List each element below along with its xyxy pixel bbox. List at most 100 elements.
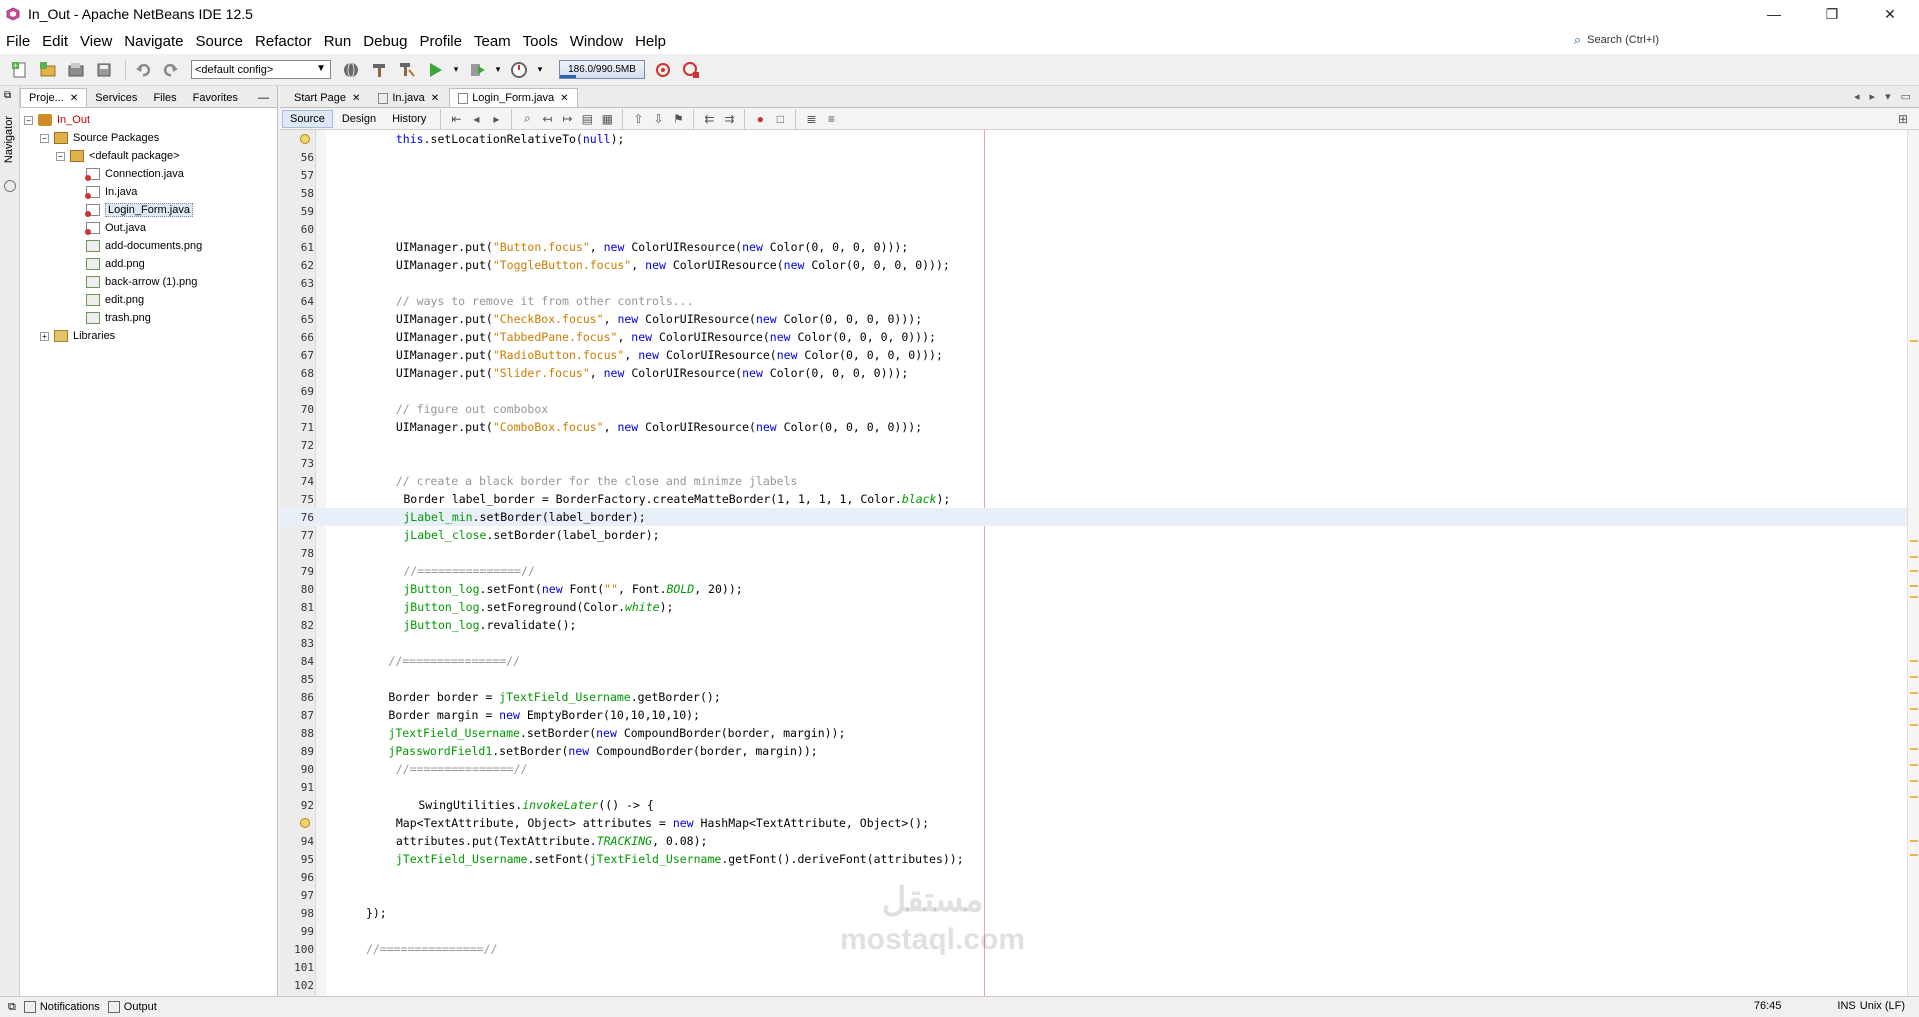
debug-dropdown-icon[interactable]: ▾ <box>493 59 503 81</box>
tab-files[interactable]: Files <box>145 89 184 107</box>
code-line[interactable]: 97 <box>280 886 1919 904</box>
tree-item[interactable]: − In_Out <box>20 111 277 129</box>
code-line[interactable]: 68 UIManager.put("Slider.focus", new Colo… <box>280 364 1919 382</box>
code-line[interactable]: 92 SwingUtilities.invokeLater(() -> { <box>280 796 1919 814</box>
profile-dropdown-icon[interactable]: ▾ <box>535 59 545 81</box>
gc-snapshot-icon[interactable] <box>651 59 675 81</box>
tab-services[interactable]: Services <box>87 89 145 107</box>
tree-item[interactable]: Out.java <box>20 219 277 237</box>
code-line[interactable]: 76 jLabel_min.setBorder(label_border); <box>280 508 1919 526</box>
new-file-icon[interactable]: + <box>8 59 32 81</box>
code-line[interactable]: 72 <box>280 436 1919 454</box>
last-edit-icon[interactable]: ⇤ <box>446 110 466 128</box>
source-view-button[interactable]: Source <box>282 109 333 128</box>
stripe-marker[interactable] <box>1910 596 1918 598</box>
code-line[interactable]: 98}); <box>280 904 1919 922</box>
profile-icon[interactable] <box>507 59 531 81</box>
insert-mode[interactable]: INS <box>1837 1000 1855 1012</box>
start-macro-icon[interactable]: ● <box>750 110 770 128</box>
code-line[interactable]: 102 <box>280 976 1919 994</box>
toggle-rect-selection-icon[interactable]: ▦ <box>597 110 617 128</box>
tree-item[interactable]: add.png <box>20 255 277 273</box>
code-editor[interactable]: this.setLocationRelativeTo(null); 56 57 58 5… <box>280 130 1919 996</box>
build-hammer-icon[interactable] <box>367 59 391 81</box>
code-line[interactable]: 64 // ways to remove it from other contro… <box>280 292 1919 310</box>
code-line[interactable]: 94 attributes.put(TextAttribute.TRACKING,… <box>280 832 1919 850</box>
clean-build-icon[interactable] <box>395 59 419 81</box>
code-line[interactable]: 87 Border margin = new EmptyBorder(10,10,… <box>280 706 1919 724</box>
warning-hint-icon[interactable] <box>300 818 310 828</box>
code-line[interactable]: Map<TextAttribute, Object> attributes = … <box>280 814 1919 832</box>
stripe-marker[interactable] <box>1910 676 1918 678</box>
uncomment-icon[interactable]: ≡ <box>821 110 841 128</box>
code-line[interactable]: 100 //===============// <box>280 940 1919 958</box>
menu-window[interactable]: Window <box>564 33 629 50</box>
code-line[interactable]: 66 UIManager.put("TabbedPane.focus", new … <box>280 328 1919 346</box>
code-line[interactable]: 63 <box>280 274 1919 292</box>
stripe-marker[interactable] <box>1910 570 1918 572</box>
code-line[interactable]: 96 <box>280 868 1919 886</box>
code-line[interactable]: 71 UIManager.put("ComboBox.focus", new Co… <box>280 418 1919 436</box>
code-line[interactable]: 70 // figure out combobox <box>280 400 1919 418</box>
redo-icon[interactable] <box>159 59 183 81</box>
code-line[interactable]: 65 UIManager.put("CheckBox.focus", new Co… <box>280 310 1919 328</box>
menu-source[interactable]: Source <box>189 33 249 50</box>
maximize-button[interactable]: ❐ <box>1803 0 1861 28</box>
tree-item[interactable]: + Libraries <box>20 327 277 345</box>
history-view-button[interactable]: History <box>385 111 433 127</box>
back-icon[interactable]: ◂ <box>466 110 486 128</box>
stripe-marker[interactable] <box>1910 340 1918 342</box>
code-line[interactable]: 73 <box>280 454 1919 472</box>
code-line[interactable]: 59 <box>280 202 1919 220</box>
code-line[interactable]: 80 jButton_log.setFont(new Font("", Font.… <box>280 580 1919 598</box>
stripe-marker[interactable] <box>1910 764 1918 766</box>
code-line[interactable]: 74 // create a black border for the close… <box>280 472 1919 490</box>
minimize-button[interactable]: — <box>1745 0 1803 28</box>
collapse-icon[interactable]: − <box>40 133 49 143</box>
menu-run[interactable]: Run <box>318 33 358 50</box>
code-line[interactable]: 67 UIManager.put("RadioButton.focus", new… <box>280 346 1919 364</box>
close-icon[interactable]: ✕ <box>352 93 360 104</box>
minimize-panel-icon[interactable]: ⧉ <box>4 90 11 101</box>
design-view-button[interactable]: Design <box>335 111 383 127</box>
code-line[interactable]: 60 <box>280 220 1919 238</box>
stripe-marker[interactable] <box>1910 854 1918 856</box>
toggle-bookmark-icon[interactable]: ⚑ <box>668 110 688 128</box>
menu-view[interactable]: View <box>74 33 118 50</box>
code-line[interactable]: 69 <box>280 382 1919 400</box>
code-line[interactable]: 86 Border border = jTextField_Username.ge… <box>280 688 1919 706</box>
code-line[interactable]: 77 jLabel_close.setBorder(label_border); <box>280 526 1919 544</box>
undo-icon[interactable] <box>131 59 155 81</box>
stripe-marker[interactable] <box>1910 796 1918 798</box>
code-line[interactable]: 90 //===============// <box>280 760 1919 778</box>
menu-navigate[interactable]: Navigate <box>118 33 189 50</box>
output-button[interactable]: Output <box>107 1001 157 1013</box>
error-stripe[interactable] <box>1907 130 1919 996</box>
expand-icon[interactable]: + <box>40 331 49 341</box>
collapse-icon[interactable]: − <box>56 151 65 161</box>
save-all-icon[interactable] <box>92 59 116 81</box>
menu-team[interactable]: Team <box>468 33 517 50</box>
tab-start-page[interactable]: Start Page ✕ <box>286 89 368 107</box>
stop-macro-icon[interactable]: □ <box>770 110 790 128</box>
code-line[interactable]: this.setLocationRelativeTo(null); <box>280 130 1919 148</box>
stripe-marker[interactable] <box>1910 556 1918 558</box>
minimize-icon[interactable]: — <box>250 89 277 107</box>
code-line[interactable]: 95 jTextField_Username.setFont(jTextField… <box>280 850 1919 868</box>
close-icon[interactable]: ✕ <box>560 93 568 104</box>
tree-item[interactable]: back-arrow (1).png <box>20 273 277 291</box>
stripe-marker[interactable] <box>1910 692 1918 694</box>
tree-item[interactable]: − <default package> <box>20 147 277 165</box>
stripe-marker[interactable] <box>1910 780 1918 782</box>
maximize-editor-icon[interactable]: ▭ <box>1901 90 1911 103</box>
code-line[interactable]: 58 <box>280 184 1919 202</box>
code-line[interactable]: 101 <box>280 958 1919 976</box>
scroll-right-icon[interactable]: ▸ <box>1870 90 1876 103</box>
run-icon[interactable] <box>423 59 447 81</box>
find-next-icon[interactable]: ↦ <box>557 110 577 128</box>
split-editor-icon[interactable]: ⊞ <box>1893 110 1913 128</box>
stripe-marker[interactable] <box>1910 708 1918 710</box>
take-snapshot-icon[interactable] <box>679 59 703 81</box>
find-previous-icon[interactable]: ↤ <box>537 110 557 128</box>
close-icon[interactable]: ✕ <box>431 93 439 104</box>
